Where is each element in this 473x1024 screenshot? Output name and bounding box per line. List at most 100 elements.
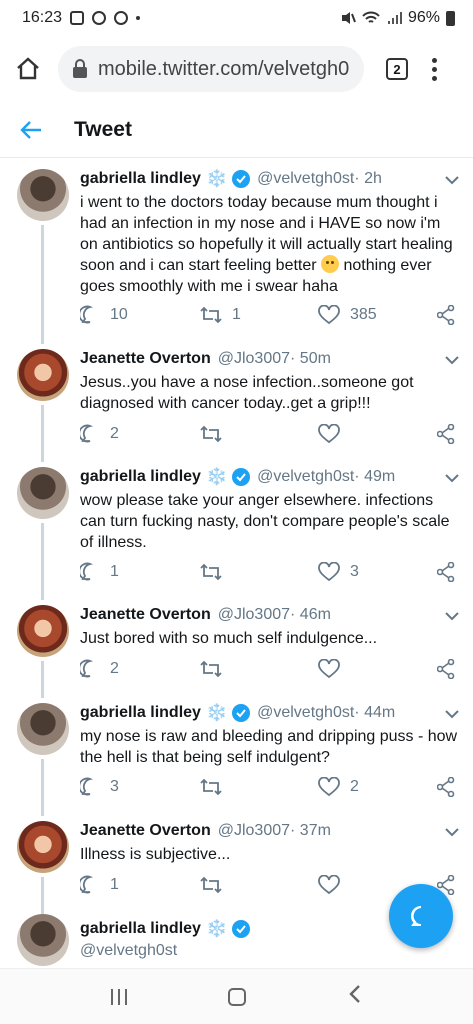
chevron-down-icon[interactable] xyxy=(445,352,459,370)
worried-face-emoji-icon xyxy=(321,255,340,273)
retweet-icon xyxy=(200,563,222,581)
reply-button[interactable]: 10 xyxy=(80,305,128,325)
author-name[interactable]: gabriella lindley xyxy=(80,704,201,722)
like-button[interactable] xyxy=(318,875,350,895)
address-bar[interactable]: mobile.twitter.com/velvetgh0 xyxy=(58,46,364,92)
retweet-button[interactable] xyxy=(200,875,232,895)
signal-icon xyxy=(387,12,402,24)
author-name[interactable]: gabriella lindley xyxy=(80,468,201,486)
thread-line xyxy=(41,225,44,344)
browser-menu-button[interactable] xyxy=(432,57,437,81)
like-count: 2 xyxy=(350,778,359,795)
lock-icon xyxy=(72,59,88,79)
tab-count: 2 xyxy=(393,61,401,77)
avatar[interactable] xyxy=(17,703,69,755)
chevron-down-icon[interactable] xyxy=(445,172,459,190)
tweet-text: my nose is raw and bleeding and dripping… xyxy=(80,728,458,766)
tweet-item[interactable]: gabriella lindley ❄️ @velvetgh0st · 49m … xyxy=(0,462,473,600)
reply-button[interactable]: 2 xyxy=(80,424,119,444)
reply-count: 1 xyxy=(110,563,119,580)
tweet-actions: 10 1 385 xyxy=(80,305,459,329)
tweet-time: · 46m xyxy=(290,606,331,623)
retweet-icon xyxy=(200,425,222,443)
retweet-button[interactable] xyxy=(200,424,232,444)
chevron-down-icon[interactable] xyxy=(445,608,459,626)
tweet-item[interactable]: gabriella lindley ❄️ @velvetgh0st · 2h i… xyxy=(0,159,473,344)
tweet-time: · 49m xyxy=(354,468,396,485)
tweet-time: · 50m xyxy=(290,350,331,367)
like-button[interactable]: 2 xyxy=(318,777,359,797)
like-button[interactable] xyxy=(318,424,350,444)
share-button[interactable] xyxy=(437,562,455,582)
tweet-text: Illness is subjective... xyxy=(80,846,231,863)
author-name[interactable]: gabriella lindley xyxy=(80,170,201,188)
share-button[interactable] xyxy=(437,424,455,444)
reply-button[interactable]: 2 xyxy=(80,659,119,679)
home-icon[interactable] xyxy=(12,53,44,85)
status-bar: 16:23 96% xyxy=(0,0,473,36)
reply-button[interactable]: 3 xyxy=(80,777,119,797)
retweet-button[interactable] xyxy=(200,777,232,797)
avatar[interactable] xyxy=(17,605,69,657)
instagram-icon xyxy=(92,11,107,25)
compose-reply-button[interactable] xyxy=(389,884,453,948)
heart-icon xyxy=(318,875,340,895)
reply-icon xyxy=(80,305,94,324)
author-handle[interactable]: @velvetgh0st xyxy=(257,704,354,722)
tweet-item[interactable]: Jeanette Overton @Jlo3007 · 50m Jesus..y… xyxy=(0,344,473,462)
author-handle[interactable]: @velvetgh0st xyxy=(257,170,354,188)
reply-button[interactable]: 1 xyxy=(80,562,119,582)
home-button-icon[interactable] xyxy=(228,987,247,1006)
avatar[interactable] xyxy=(17,467,69,519)
author-handle[interactable]: @Jlo3007 xyxy=(218,606,290,624)
retweet-button[interactable] xyxy=(200,659,232,679)
share-button[interactable] xyxy=(437,659,455,679)
avatar[interactable] xyxy=(17,349,69,401)
tweet-thread: gabriella lindley ❄️ @velvetgh0st · 2h i… xyxy=(0,159,473,967)
tweet-actions: 2 xyxy=(80,659,459,683)
tweet-time: · 2h xyxy=(354,170,382,187)
page-title: Tweet xyxy=(74,117,132,141)
heart-icon xyxy=(318,777,340,797)
tweet-time: · 44m xyxy=(354,704,396,721)
like-button[interactable] xyxy=(318,659,350,679)
chevron-down-icon[interactable] xyxy=(445,706,459,724)
share-button[interactable] xyxy=(437,305,455,325)
share-icon xyxy=(437,659,455,679)
author-name[interactable]: Jeanette Overton xyxy=(80,606,211,624)
retweet-button[interactable] xyxy=(200,562,232,582)
avatar[interactable] xyxy=(17,821,69,873)
tweet-text: wow please take your anger elsewhere. in… xyxy=(80,492,450,551)
tweet-item[interactable]: gabriella lindley ❄️ @velvetgh0st · 44m … xyxy=(0,698,473,816)
tab-switcher-button[interactable]: 2 xyxy=(386,58,408,80)
reply-icon xyxy=(80,875,94,894)
back-arrow-icon[interactable] xyxy=(20,117,46,143)
author-handle[interactable]: @velvetgh0st xyxy=(257,468,354,486)
reply-button[interactable]: 1 xyxy=(80,875,119,895)
chevron-down-icon[interactable] xyxy=(445,824,459,842)
author-name[interactable]: Jeanette Overton xyxy=(80,350,211,368)
battery-icon xyxy=(446,10,455,26)
author-handle[interactable]: @Jlo3007 xyxy=(218,350,290,368)
share-button[interactable] xyxy=(437,777,455,797)
author-handle[interactable]: @Jlo3007 xyxy=(218,822,290,840)
tweet-actions: 2 xyxy=(80,424,459,448)
retweet-button[interactable]: 1 xyxy=(200,305,241,325)
system-nav-bar xyxy=(0,968,473,1024)
browser-toolbar: mobile.twitter.com/velvetgh0 2 xyxy=(0,36,473,102)
reply-count: 2 xyxy=(110,660,119,677)
avatar[interactable] xyxy=(17,169,69,221)
recent-apps-icon[interactable] xyxy=(110,988,127,1005)
avatar[interactable] xyxy=(17,914,69,966)
tweet-item[interactable]: Jeanette Overton @Jlo3007 · 46m Just bor… xyxy=(0,600,473,698)
like-button[interactable]: 385 xyxy=(318,305,377,325)
snowflake-icon: ❄️ xyxy=(205,703,228,722)
back-icon[interactable] xyxy=(348,984,362,1009)
author-name[interactable]: gabriella lindley xyxy=(80,920,201,938)
like-button[interactable]: 3 xyxy=(318,562,359,582)
thread-line xyxy=(41,405,44,462)
thread-line xyxy=(41,877,44,914)
author-name[interactable]: Jeanette Overton xyxy=(80,822,211,840)
gallery-icon xyxy=(70,11,85,25)
chevron-down-icon[interactable] xyxy=(445,470,459,488)
